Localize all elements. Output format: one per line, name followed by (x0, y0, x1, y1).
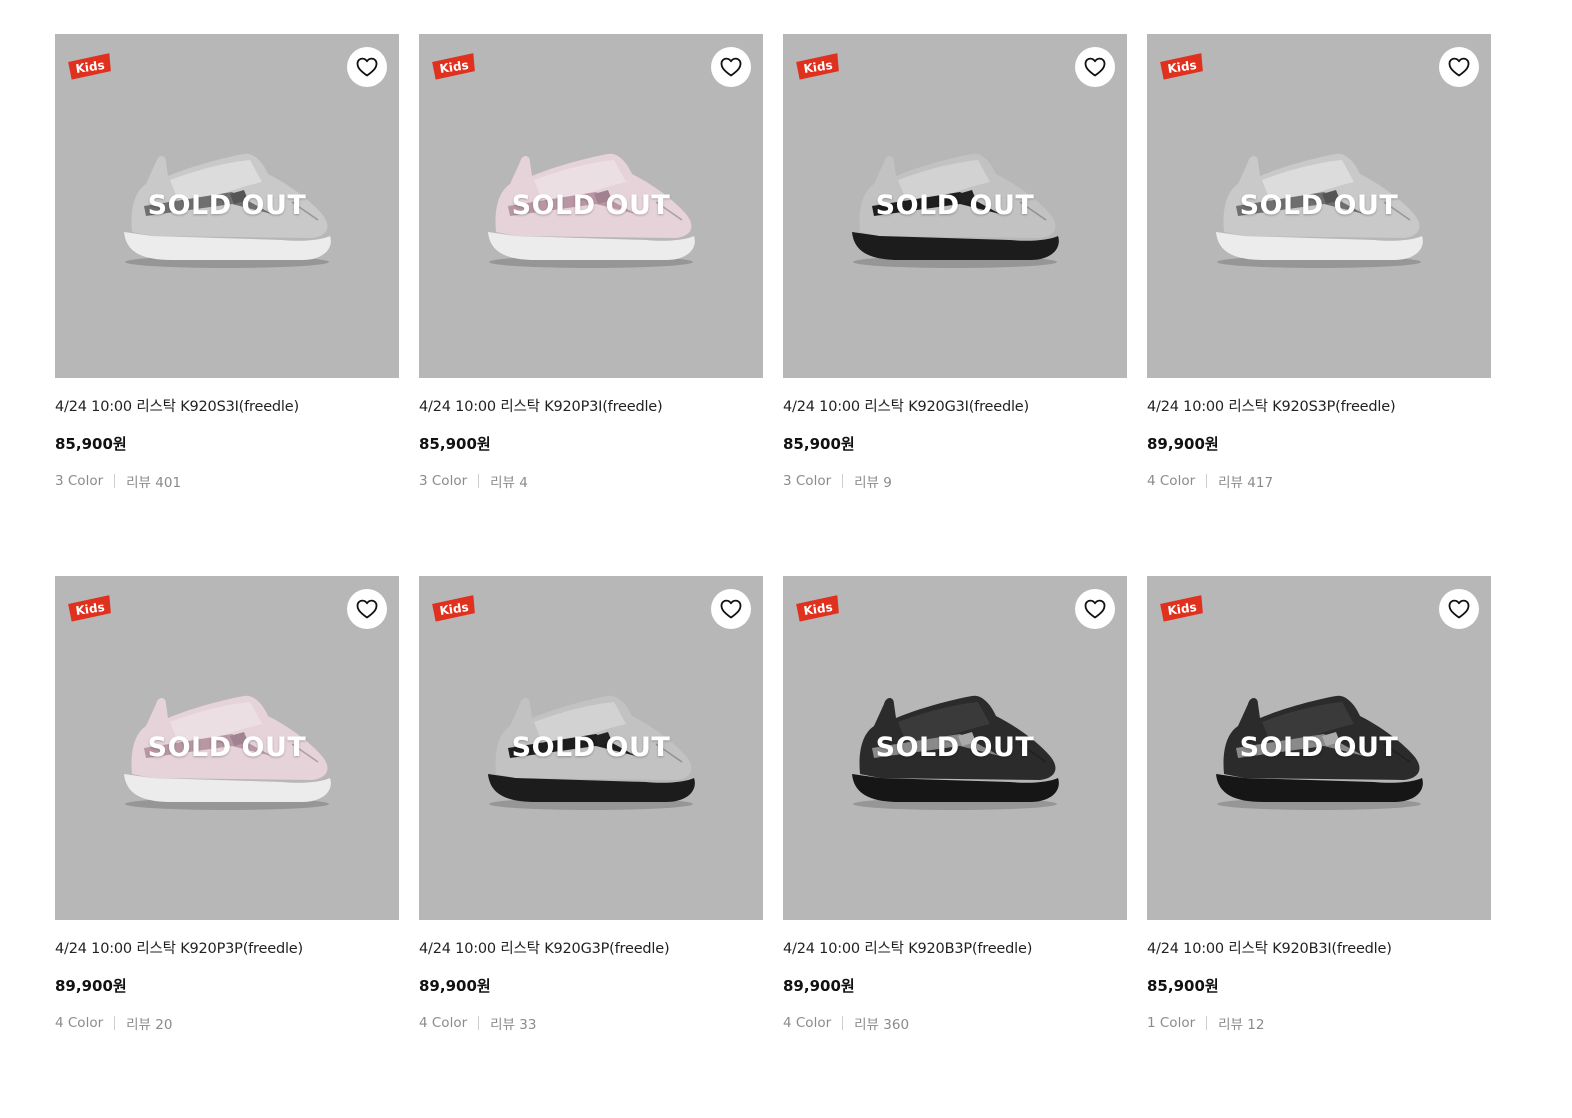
product-price: 85,900원 (1147, 977, 1219, 995)
heart-icon (1448, 57, 1470, 77)
product-image[interactable]: Kids SOLD OUT (419, 576, 763, 920)
product-meta: 3 Color 리뷰 401 (55, 471, 399, 491)
wishlist-button[interactable] (711, 47, 751, 87)
review-count: 리뷰 360 (854, 1017, 910, 1033)
sold-out-overlay: SOLD OUT (1239, 732, 1399, 763)
product-title[interactable]: 4/24 10:00 리스탁 K920G3I(freedle) (783, 395, 1127, 416)
heart-icon (720, 599, 742, 619)
product-meta: 4 Color 리뷰 20 (55, 1013, 399, 1033)
wishlist-button[interactable] (1075, 47, 1115, 87)
product-price: 89,900원 (419, 977, 491, 995)
product-title[interactable]: 4/24 10:00 리스탁 K920S3I(freedle) (55, 395, 399, 416)
sold-out-overlay: SOLD OUT (1239, 190, 1399, 221)
product-image[interactable]: Kids SOLD OUT (783, 34, 1127, 378)
sold-out-overlay: SOLD OUT (875, 732, 1035, 763)
meta-divider (478, 1016, 480, 1030)
product-card[interactable]: Kids SOLD OUT 4/24 10:00 리스탁 K920S3I(fre… (55, 34, 399, 576)
color-count: 3 Color (419, 473, 468, 489)
meta-divider (842, 1016, 844, 1030)
product-grid: Kids SOLD OUT 4/24 10:00 리스탁 K920S3I(fre… (55, 34, 1491, 1118)
product-title[interactable]: 4/24 10:00 리스탁 K920P3P(freedle) (55, 937, 399, 958)
kids-badge: Kids (432, 53, 475, 80)
product-meta: 3 Color 리뷰 4 (419, 471, 763, 491)
review-count: 리뷰 4 (490, 475, 528, 491)
wishlist-button[interactable] (711, 589, 751, 629)
meta-divider (114, 1016, 116, 1030)
product-card[interactable]: Kids SOLD OUT 4/24 10:00 리스탁 K920S3P(fre… (1147, 34, 1491, 576)
review-count: 리뷰 401 (126, 475, 182, 491)
product-title[interactable]: 4/24 10:00 리스탁 K920B3I(freedle) (1147, 937, 1491, 958)
product-image[interactable]: Kids SOLD OUT (419, 34, 763, 378)
product-meta: 4 Color 리뷰 417 (1147, 471, 1491, 491)
kids-badge: Kids (432, 595, 475, 622)
product-card[interactable]: Kids SOLD OUT 4/24 10:00 리스탁 K920B3I(fre… (1147, 576, 1491, 1118)
review-count: 리뷰 12 (1218, 1017, 1265, 1033)
product-card[interactable]: Kids SOLD OUT 4/24 10:00 리스탁 K920P3P(fre… (55, 576, 399, 1118)
product-title[interactable]: 4/24 10:00 리스탁 K920S3P(freedle) (1147, 395, 1491, 416)
color-count: 4 Color (1147, 473, 1196, 489)
product-price: 85,900원 (55, 435, 127, 453)
meta-divider (1206, 474, 1208, 488)
sold-out-overlay: SOLD OUT (511, 732, 671, 763)
product-image[interactable]: Kids SOLD OUT (1147, 576, 1491, 920)
kids-badge: Kids (68, 53, 111, 80)
color-count: 1 Color (1147, 1015, 1196, 1031)
wishlist-button[interactable] (347, 47, 387, 87)
sold-out-overlay: SOLD OUT (147, 732, 307, 763)
review-count: 리뷰 417 (1218, 475, 1274, 491)
heart-icon (1448, 599, 1470, 619)
wishlist-button[interactable] (1439, 47, 1479, 87)
meta-divider (842, 474, 844, 488)
kids-badge: Kids (796, 53, 839, 80)
product-meta: 4 Color 리뷰 33 (419, 1013, 763, 1033)
product-meta: 4 Color 리뷰 360 (783, 1013, 1127, 1033)
product-meta: 3 Color 리뷰 9 (783, 471, 1127, 491)
color-count: 4 Color (419, 1015, 468, 1031)
meta-divider (114, 474, 116, 488)
product-price: 89,900원 (1147, 435, 1219, 453)
review-count: 리뷰 20 (126, 1017, 173, 1033)
sold-out-overlay: SOLD OUT (511, 190, 671, 221)
color-count: 3 Color (783, 473, 832, 489)
kids-badge: Kids (796, 595, 839, 622)
product-price: 85,900원 (783, 435, 855, 453)
kids-badge: Kids (1160, 595, 1203, 622)
product-title[interactable]: 4/24 10:00 리스탁 K920P3I(freedle) (419, 395, 763, 416)
product-card[interactable]: Kids SOLD OUT 4/24 10:00 리스탁 K920G3P(fre… (419, 576, 763, 1118)
product-card[interactable]: Kids SOLD OUT 4/24 10:00 리스탁 K920P3I(fre… (419, 34, 763, 576)
sold-out-overlay: SOLD OUT (147, 190, 307, 221)
product-image[interactable]: Kids SOLD OUT (55, 34, 399, 378)
product-meta: 1 Color 리뷰 12 (1147, 1013, 1491, 1033)
heart-icon (1084, 599, 1106, 619)
product-price: 85,900원 (419, 435, 491, 453)
color-count: 4 Color (55, 1015, 104, 1031)
heart-icon (1084, 57, 1106, 77)
color-count: 4 Color (783, 1015, 832, 1031)
meta-divider (1206, 1016, 1208, 1030)
product-title[interactable]: 4/24 10:00 리스탁 K920B3P(freedle) (783, 937, 1127, 958)
product-image[interactable]: Kids SOLD OUT (55, 576, 399, 920)
wishlist-button[interactable] (1439, 589, 1479, 629)
meta-divider (478, 474, 480, 488)
kids-badge: Kids (1160, 53, 1203, 80)
heart-icon (720, 57, 742, 77)
heart-icon (356, 57, 378, 77)
product-card[interactable]: Kids SOLD OUT 4/24 10:00 리스탁 K920G3I(fre… (783, 34, 1127, 576)
product-price: 89,900원 (55, 977, 127, 995)
product-title[interactable]: 4/24 10:00 리스탁 K920G3P(freedle) (419, 937, 763, 958)
review-count: 리뷰 33 (490, 1017, 537, 1033)
product-price: 89,900원 (783, 977, 855, 995)
wishlist-button[interactable] (1075, 589, 1115, 629)
heart-icon (356, 599, 378, 619)
color-count: 3 Color (55, 473, 104, 489)
review-count: 리뷰 9 (854, 475, 892, 491)
product-image[interactable]: Kids SOLD OUT (783, 576, 1127, 920)
kids-badge: Kids (68, 595, 111, 622)
product-image[interactable]: Kids SOLD OUT (1147, 34, 1491, 378)
wishlist-button[interactable] (347, 589, 387, 629)
product-card[interactable]: Kids SOLD OUT 4/24 10:00 리스탁 K920B3P(fre… (783, 576, 1127, 1118)
sold-out-overlay: SOLD OUT (875, 190, 1035, 221)
